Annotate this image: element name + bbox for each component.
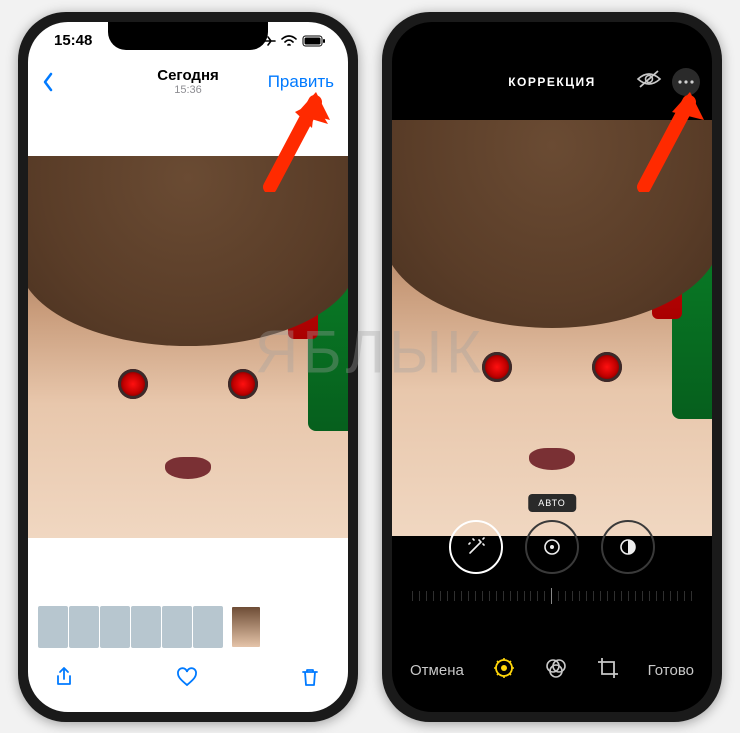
- brilliance-dial[interactable]: [601, 520, 655, 574]
- done-button[interactable]: Готово: [648, 662, 694, 679]
- exposure-dial[interactable]: [525, 520, 579, 574]
- back-button[interactable]: [42, 72, 54, 92]
- exposure-icon: [541, 536, 563, 558]
- photo-placeholder: [392, 120, 712, 536]
- adjustment-dials: [392, 520, 712, 574]
- tool-label: АВТО: [528, 494, 576, 512]
- filters-icon: [544, 656, 568, 680]
- editor-title: КОРРЕКЦИЯ: [392, 75, 712, 89]
- list-item[interactable]: [162, 606, 192, 648]
- wifi-icon: [281, 35, 297, 47]
- chevron-left-icon: [42, 72, 54, 92]
- auto-enhance-dial[interactable]: [449, 520, 503, 574]
- editor-bottom-bar: Отмена Готово: [392, 640, 712, 712]
- value-slider[interactable]: [412, 584, 692, 608]
- status-icons: [260, 34, 326, 48]
- status-time: 15:48: [54, 32, 92, 49]
- delete-button[interactable]: [298, 665, 324, 691]
- edit-button[interactable]: Править: [268, 72, 334, 92]
- crop-icon: [596, 656, 620, 680]
- tab-adjust[interactable]: [492, 656, 516, 685]
- contrast-icon: [617, 536, 639, 558]
- list-item[interactable]: [38, 606, 68, 648]
- editor-header: КОРРЕКЦИЯ: [392, 60, 712, 104]
- nav-title: Сегодня: [157, 67, 219, 84]
- phone-right: КОРРЕКЦИЯ АВТО: [382, 12, 722, 722]
- adjust-icon: [492, 656, 516, 680]
- wand-icon: [465, 536, 487, 558]
- thumbnail-strip[interactable]: [38, 606, 338, 648]
- notch: [472, 22, 632, 50]
- phone-left: 15:48 Сегодня 15:36 Править: [18, 12, 358, 722]
- bottom-toolbar: [28, 654, 348, 712]
- notch: [108, 22, 268, 50]
- share-button[interactable]: [52, 665, 78, 691]
- cancel-button[interactable]: Отмена: [410, 662, 464, 679]
- tab-crop[interactable]: [596, 656, 620, 685]
- list-item[interactable]: [131, 606, 161, 648]
- nav-subtitle: 15:36: [174, 84, 202, 96]
- list-item-selected[interactable]: [231, 606, 261, 648]
- photo-placeholder: [28, 156, 348, 538]
- list-item[interactable]: [100, 606, 130, 648]
- tab-filters[interactable]: [544, 656, 568, 685]
- photo-viewport[interactable]: [28, 156, 348, 538]
- nav-bar: Сегодня 15:36 Править: [28, 60, 348, 104]
- list-item[interactable]: [193, 606, 223, 648]
- favorite-button[interactable]: [175, 665, 201, 691]
- photo-viewport[interactable]: [392, 120, 712, 536]
- battery-icon: [302, 35, 326, 47]
- list-item[interactable]: [69, 606, 99, 648]
